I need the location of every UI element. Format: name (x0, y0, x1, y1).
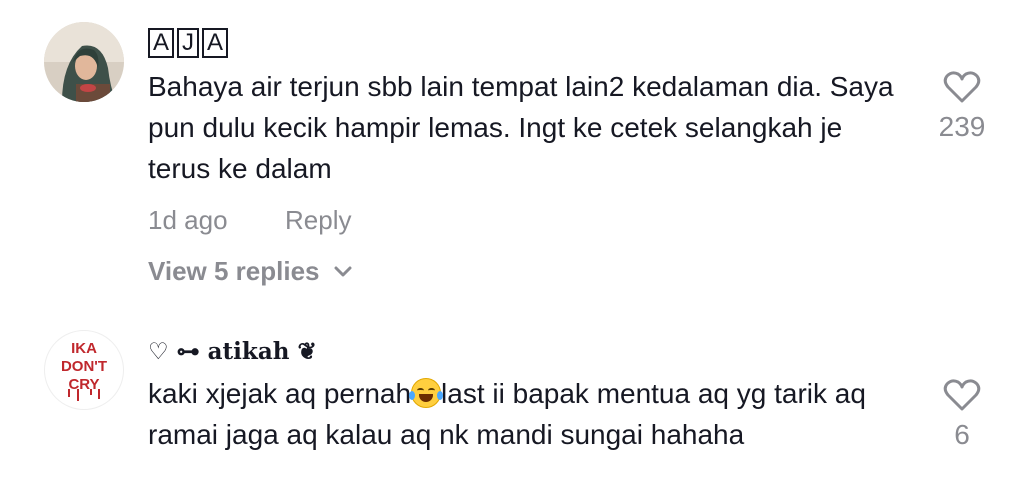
face-with-tears-of-joy-icon (409, 378, 444, 408)
username-letter: A (148, 28, 175, 58)
like-button[interactable]: 6 (922, 378, 1002, 451)
woman-hijab-avatar-icon (44, 22, 124, 102)
comment-text: Bahaya air terjun sbb lain tempat lain2 … (148, 71, 894, 184)
view-replies-button[interactable]: View 5 replies (148, 256, 352, 287)
chevron-down-icon (334, 266, 352, 276)
avatar[interactable]: IKA DON'T CRY (44, 330, 124, 410)
comment-username[interactable]: AJA (148, 28, 231, 58)
heart-outline-icon (943, 379, 981, 411)
comment-username[interactable]: ♡ ⊶ atikah ❦ (148, 338, 317, 365)
view-replies-label: View 5 replies (148, 256, 320, 286)
like-count: 239 (938, 111, 986, 142)
svg-text:IKA: IKA (71, 340, 97, 357)
like-button[interactable]: 239 (922, 70, 1002, 143)
svg-text:CRY: CRY (68, 376, 99, 393)
like-count: 6 (954, 419, 970, 450)
username-letter: A (202, 28, 229, 58)
username-letter: J (177, 28, 200, 58)
comment-timestamp: 1d ago (148, 205, 228, 235)
svg-text:DON'T: DON'T (61, 358, 107, 375)
ika-dont-cry-avatar-icon: IKA DON'T CRY (61, 340, 107, 401)
heart-outline-icon (943, 71, 981, 103)
comment-text: kaki xjejak aq pernah last ii bapak mentu… (148, 373, 908, 455)
reply-button[interactable]: Reply (285, 205, 351, 236)
comment-text-part: kaki xjejak aq pernah (148, 378, 412, 409)
avatar[interactable] (44, 22, 124, 102)
